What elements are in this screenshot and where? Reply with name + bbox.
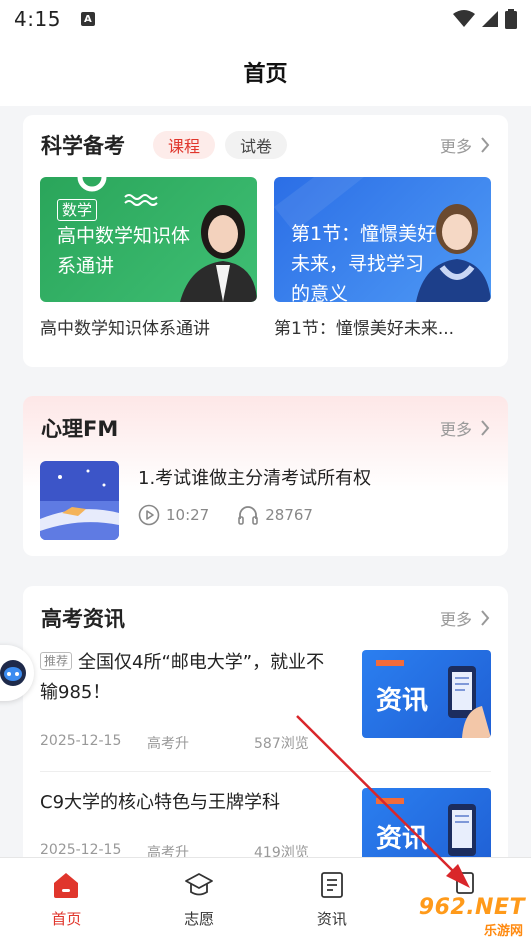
battery-icon: [505, 9, 517, 29]
news-source: 高考升: [147, 736, 189, 752]
headphones-icon: [238, 506, 259, 525]
tab-paper[interactable]: 试卷: [225, 131, 288, 159]
watermark-sub: 乐游网: [483, 924, 523, 939]
psych-fm-header: 心理FM 更多: [41, 413, 490, 443]
science-prep-card: 科学备考 课程 试卷 更多 数学 高中数学知识体系通讲 高中数学知识体系通讲 第…: [23, 115, 508, 367]
more-label: 更多: [439, 137, 472, 156]
science-prep-header: 科学备考 课程 试卷 更多: [41, 129, 490, 161]
news-title: C9大学的核心特色与王牌学科: [40, 788, 340, 818]
course-title[interactable]: 第1节：憧憬美好未来...: [274, 314, 494, 339]
watermark-text: 962.NET: [418, 895, 525, 920]
wifi-icon: [453, 10, 475, 27]
section-title: 科学备考: [41, 134, 125, 158]
news-date: 2025-12-15: [40, 733, 122, 749]
play-icon: [138, 504, 160, 526]
tab-news[interactable]: 资讯: [266, 858, 399, 945]
news-thumbnail: 资讯: [362, 650, 491, 738]
status-bar: 4:15 A: [0, 0, 531, 38]
cover-text: 高中数学知识体系通讲: [57, 225, 191, 277]
news-title-text: C9大学的核心特色与王牌学科: [40, 792, 281, 813]
more-link[interactable]: 更多: [440, 133, 490, 157]
fm-item-meta: 10:27 28767: [138, 504, 341, 526]
tab-volunteer[interactable]: 志愿: [133, 858, 266, 945]
gaokao-news-card: 高考资讯 更多 推荐 全国仅4所“邮电大学”，就业不输985！ 2025-12-1…: [23, 586, 508, 886]
course-title[interactable]: 高中数学知识体系通讲: [40, 314, 257, 339]
tab-label: 志愿: [184, 910, 215, 928]
chevron-right-icon: [481, 610, 490, 626]
watermark-logo: 962.NET 乐游网: [395, 893, 529, 941]
news-header: 高考资讯 更多: [41, 603, 490, 633]
tab-course[interactable]: 课程: [153, 131, 216, 159]
news-meta: 2025-12-15 高考升 587浏览: [40, 733, 340, 753]
robot-icon: [0, 660, 26, 686]
course-cover-math[interactable]: 数学 高中数学知识体系通讲: [40, 177, 257, 302]
night-sky-illustration: [40, 461, 119, 540]
app-header: 首页: [0, 38, 531, 106]
fm-listens: 28767: [265, 506, 313, 524]
tab-label: 首页: [51, 910, 82, 928]
tab-home[interactable]: 首页: [0, 858, 133, 945]
page-title: 首页: [243, 62, 288, 87]
tab-label: 资讯: [316, 910, 347, 928]
fm-thumbnail[interactable]: [40, 461, 119, 540]
fm-duration: 10:27: [166, 506, 210, 524]
a-icon: A: [80, 12, 95, 26]
news-title: 推荐 全国仅4所“邮电大学”，就业不输985！: [40, 648, 340, 708]
fm-item-title[interactable]: 1.考试谁做主分清考试所有权: [138, 464, 371, 490]
psych-fm-card: 心理FM 更多 1.考试谁做主分清考试所有权 10:27 28767: [23, 396, 508, 556]
document-icon: [320, 872, 343, 898]
graduation-cap-icon: [185, 873, 214, 896]
status-time: 4:15: [14, 7, 61, 31]
home-icon: [54, 873, 79, 898]
cover-text: 第1节：憧憬美好未来，寻找学习的意义: [291, 223, 437, 302]
list-item[interactable]: 推荐 全国仅4所“邮电大学”，就业不输985！ 2025-12-15 高考升 58…: [40, 648, 491, 758]
thumb-label: 资讯: [376, 686, 429, 716]
signal-icon: [482, 11, 498, 27]
news-title-text: 全国仅4所“邮电大学”，就业不输985！: [40, 652, 325, 703]
thumb-label: 资讯: [376, 824, 429, 854]
section-title: 高考资讯: [41, 607, 125, 631]
course-cover-lesson1[interactable]: 第1节：憧憬美好未来，寻找学习的意义: [274, 177, 491, 302]
chevron-right-icon: [481, 420, 490, 436]
more-link[interactable]: 更多: [440, 606, 490, 630]
subject-badge: 数学: [57, 199, 98, 221]
more-label: 更多: [439, 420, 472, 439]
chevron-right-icon: [481, 137, 490, 153]
recommend-tag: 推荐: [40, 652, 73, 670]
news-views: 587浏览: [254, 736, 309, 752]
section-title: 心理FM: [41, 417, 119, 441]
more-label: 更多: [439, 610, 472, 629]
status-icons: [453, 9, 517, 29]
more-link[interactable]: 更多: [440, 416, 490, 440]
divider: [40, 771, 491, 772]
